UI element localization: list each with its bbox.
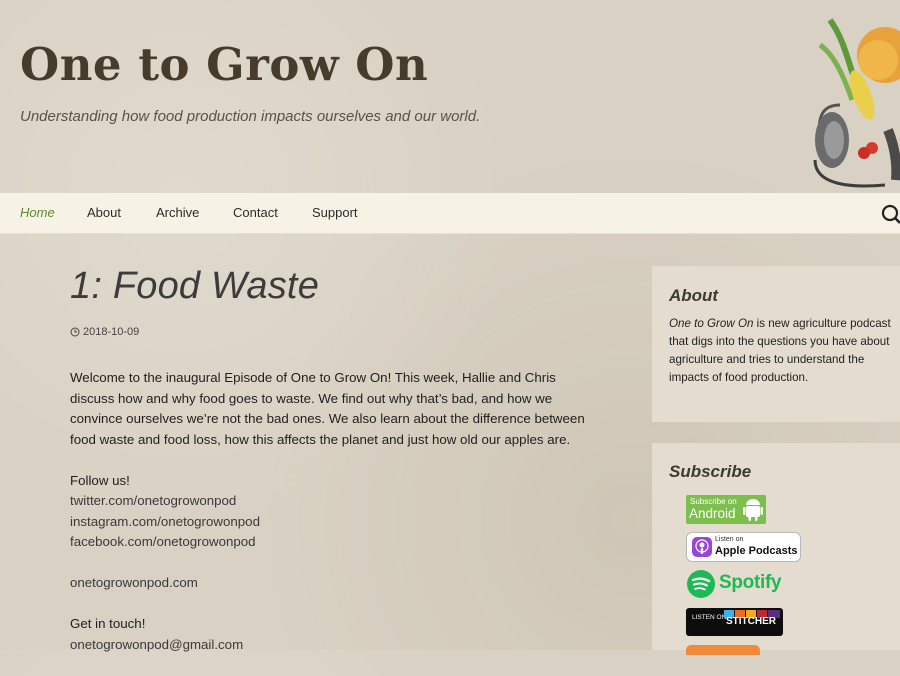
rss-badge[interactable]: [686, 645, 760, 655]
apple-podcasts-button[interactable]: Listen on Apple Podcasts: [686, 532, 801, 562]
stitcher-button[interactable]: LISTEN ON STITCHER: [686, 608, 783, 636]
contact-label: Get in touch!: [70, 616, 146, 631]
nav-item-home[interactable]: Home: [20, 205, 55, 220]
post-body: Welcome to the inaugural Episode of One …: [70, 368, 600, 676]
stitcher-badge-small: LISTEN ON: [692, 614, 727, 621]
nav-item-archive[interactable]: Archive: [156, 205, 199, 220]
spotify-button[interactable]: Spotify: [686, 569, 786, 599]
follow-section: Follow us! twitter.com/onetogrowonpod in…: [70, 471, 600, 553]
post-date[interactable]: 2018-10-09: [70, 326, 139, 338]
post-date-text[interactable]: 2018-10-09: [83, 326, 139, 338]
about-widget: About One to Grow On is new agriculture …: [652, 266, 900, 422]
website-section: onetogrowonpod.com: [70, 573, 600, 594]
android-badge-label: Android: [689, 506, 736, 521]
header-illustration: [790, 0, 900, 193]
subscribe-widget-title: Subscribe: [669, 462, 752, 481]
apple-badge-small: Listen on: [715, 536, 744, 543]
main-navigation: Home About Archive Contact Support: [0, 193, 900, 234]
nav-item-about[interactable]: About: [87, 205, 121, 220]
site-title[interactable]: One to Grow On: [20, 38, 428, 91]
apple-podcasts-icon: [692, 537, 712, 557]
nav-item-support[interactable]: Support: [312, 205, 358, 220]
spotify-icon: [687, 570, 715, 598]
twitter-link[interactable]: twitter.com/onetogrowonpod: [70, 491, 600, 512]
email-link[interactable]: onetogrowonpod@gmail.com: [70, 635, 600, 656]
android-subscribe-button[interactable]: Subscribe on Android: [686, 495, 766, 524]
post-intro: Welcome to the inaugural Episode of One …: [70, 370, 585, 447]
site-header: One to Grow On Understanding how food pr…: [0, 0, 900, 193]
subscribe-widget: Subscribe Subscribe on Android Listen on…: [652, 443, 900, 655]
search-icon[interactable]: [880, 203, 900, 225]
android-badge-small: Subscribe on: [690, 497, 737, 506]
follow-label: Follow us!: [70, 472, 130, 488]
facebook-link[interactable]: facebook.com/onetogrowonpod: [70, 532, 600, 553]
about-widget-text: One to Grow On is new agriculture podcas…: [669, 315, 891, 387]
about-widget-title: About: [669, 286, 719, 305]
post-title[interactable]: 1: Food Waste: [70, 265, 610, 308]
website-link[interactable]: onetogrowonpod.com: [70, 573, 600, 594]
apple-badge-label: Apple Podcasts: [715, 545, 798, 557]
clock-icon: [70, 327, 80, 337]
android-icon: [743, 499, 763, 521]
spotify-badge-label: Spotify: [719, 572, 782, 593]
post-content: 1: Food Waste 2018-10-09 Welcome to the …: [70, 265, 610, 652]
contact-section: Get in touch! onetogrowonpod@gmail.com: [70, 614, 600, 655]
site-tagline: Understanding how food production impact…: [20, 108, 481, 125]
nav-item-contact[interactable]: Contact: [233, 205, 278, 220]
stitcher-badge-label: STITCHER: [726, 616, 776, 627]
about-show-name: One to Grow On: [669, 317, 754, 330]
instagram-link[interactable]: instagram.com/onetogrowonpod: [70, 512, 600, 533]
